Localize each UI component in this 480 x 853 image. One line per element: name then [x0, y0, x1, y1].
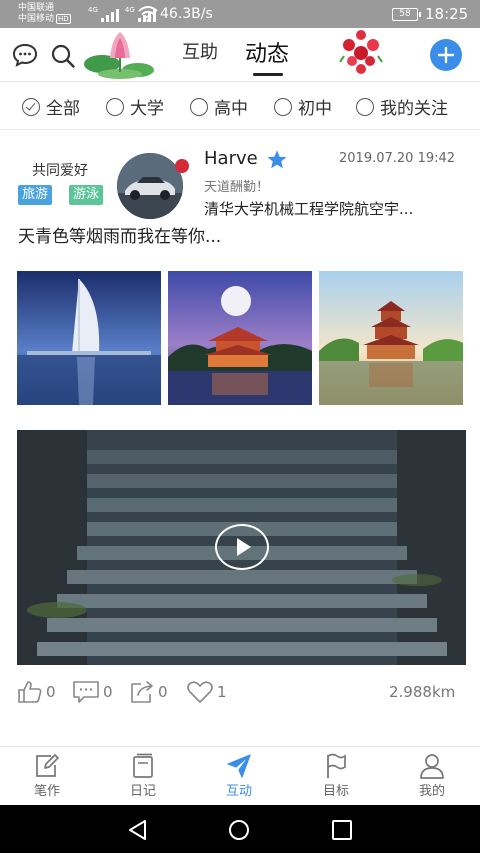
- radio-checked-icon: [22, 97, 40, 116]
- like-count: 0: [46, 683, 56, 701]
- hd-badge: HD: [56, 14, 71, 24]
- nav-item-goal[interactable]: 目标: [306, 752, 366, 799]
- flag-icon: [327, 753, 346, 778]
- interest-label: 共同爱好: [32, 163, 88, 179]
- photo-1[interactable]: [17, 271, 161, 405]
- tag-swimming[interactable]: 游泳: [69, 185, 104, 205]
- nav-item-diary[interactable]: 日记: [113, 752, 173, 799]
- post-datetime: 2019.07.20 19:42: [339, 151, 456, 166]
- filter-university[interactable]: 大学: [106, 94, 164, 119]
- user-motto: 天道酬勤！: [204, 180, 270, 195]
- filter-label: 全部: [46, 99, 80, 119]
- comment-button[interactable]: 0: [72, 680, 113, 704]
- active-tab-indicator: [253, 73, 283, 76]
- filter-label: 我的关注: [380, 99, 448, 119]
- filter-label: 初中: [298, 99, 332, 119]
- share-button[interactable]: 0: [129, 680, 168, 704]
- avatar[interactable]: [117, 153, 183, 219]
- filter-label: 大学: [130, 99, 164, 119]
- recents-icon[interactable]: [331, 819, 353, 841]
- diary-icon: [133, 753, 153, 778]
- filter-high-school[interactable]: 高中: [190, 94, 248, 119]
- photo-3[interactable]: [319, 271, 463, 405]
- top-header: 互助 动态: [0, 28, 480, 82]
- net-speed: 46.3B/s: [160, 6, 213, 22]
- nav-label: 日记: [129, 784, 156, 799]
- share-count: 0: [158, 683, 168, 701]
- filter-bar: 全部 大学 高中 初中 我的关注: [0, 82, 480, 130]
- lotus-decoration-icon: [84, 32, 154, 79]
- share-icon: [131, 681, 153, 703]
- heart-icon: [187, 681, 213, 703]
- favorite-button[interactable]: 1: [186, 680, 227, 704]
- nav-label: 我的: [418, 784, 445, 799]
- radio-icon: [190, 97, 208, 116]
- radio-icon: [274, 97, 292, 116]
- paper-plane-icon: [227, 754, 251, 778]
- username[interactable]: Harve: [204, 148, 258, 169]
- network-type-2: 4G: [124, 6, 135, 14]
- nav-label: 目标: [322, 784, 349, 799]
- thumbs-up-icon: [18, 681, 42, 703]
- filter-label: 高中: [214, 99, 248, 119]
- rose-badge-icon: [175, 159, 189, 173]
- radio-icon: [106, 97, 124, 116]
- clock: 18:25: [425, 5, 469, 23]
- bottom-nav: 笔作 日记 互动 目标 我的: [0, 746, 480, 805]
- comment-icon: [73, 681, 99, 703]
- carrier-2: 中国移动: [18, 14, 55, 24]
- add-post-button[interactable]: [430, 39, 462, 71]
- photo-2[interactable]: [168, 271, 312, 405]
- nav-item-interact[interactable]: 互动: [209, 752, 269, 799]
- carrier-1: 中国联通: [18, 3, 55, 13]
- radio-icon: [356, 97, 374, 116]
- user-icon: [420, 754, 444, 779]
- post-content: 天青色等烟雨而我在等你...: [18, 227, 222, 247]
- star-icon: [267, 150, 287, 169]
- home-icon[interactable]: [228, 819, 250, 841]
- nav-item-me[interactable]: 我的: [402, 752, 462, 799]
- wifi-icon: [138, 6, 158, 22]
- chat-bubble-icon[interactable]: [12, 43, 38, 67]
- user-school: 清华大学机械工程学院航空宇...: [204, 200, 414, 218]
- filter-all[interactable]: 全部: [22, 94, 80, 119]
- tab-moments[interactable]: 动态: [245, 36, 289, 68]
- system-nav-bar: [0, 805, 480, 853]
- status-bar: 中国联通 中国移动 HD 4G 4G 46.3B/s 58 18:25: [0, 0, 480, 28]
- tag-travel[interactable]: 旅游: [18, 185, 53, 205]
- like-button[interactable]: 0: [17, 680, 56, 704]
- network-type-1: 4G: [88, 6, 98, 14]
- filter-middle-school[interactable]: 初中: [274, 94, 332, 119]
- carrier-info: 中国联通 中国移动 HD: [18, 3, 71, 25]
- plus-icon: [437, 46, 455, 64]
- nav-label: 互动: [225, 784, 252, 799]
- tab-mutual-help[interactable]: 互助: [182, 38, 218, 64]
- distance: 2.988km: [389, 683, 456, 701]
- battery-icon: 58: [392, 8, 421, 21]
- comment-count: 0: [103, 683, 113, 701]
- filter-following[interactable]: 我的关注: [356, 94, 448, 119]
- favorite-count: 1: [217, 683, 227, 701]
- back-icon[interactable]: [127, 819, 149, 841]
- nav-item-writing[interactable]: 笔作: [17, 752, 77, 799]
- note-edit-icon: [36, 754, 59, 777]
- play-button[interactable]: [215, 524, 269, 570]
- nav-label: 笔作: [33, 784, 60, 799]
- search-icon[interactable]: [50, 43, 76, 69]
- roses-decoration-icon: [339, 30, 383, 74]
